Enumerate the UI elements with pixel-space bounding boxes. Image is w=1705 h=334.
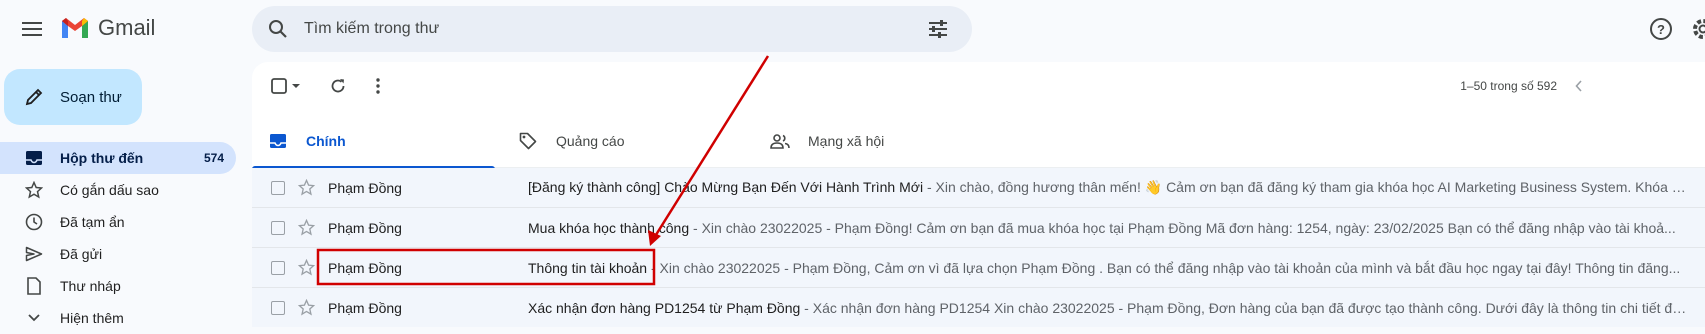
email-row[interactable]: Phạm Đồng Thông tin tài khoản - Xin chào… <box>252 248 1705 288</box>
refresh-icon[interactable] <box>326 74 350 98</box>
sidebar-item-label: Hiện thêm <box>60 310 124 326</box>
email-subject: Thông tin tài khoản <box>528 260 647 276</box>
tab-social[interactable]: Mạng xã hội <box>754 114 997 168</box>
email-sender: Phạm Đồng <box>328 180 498 196</box>
app-name: Gmail <box>98 15 155 41</box>
sidebar-item-drafts[interactable]: Thư nháp <box>0 270 236 302</box>
mail-list-panel: 1–50 trong số 592 Chính Quảng cáo Mạng x… <box>252 62 1705 327</box>
tab-label: Mạng xã hội <box>808 133 884 149</box>
star-icon[interactable] <box>296 258 316 278</box>
chevron-left-icon[interactable] <box>1569 76 1589 96</box>
sidebar-item-starred[interactable]: Có gắn dấu sao <box>0 174 236 206</box>
email-content: Thông tin tài khoản - Xin chào 23022025 … <box>528 260 1689 276</box>
row-checkbox[interactable] <box>271 181 285 195</box>
row-checkbox[interactable] <box>271 261 285 275</box>
people-icon <box>770 131 790 151</box>
email-sender: Phạm Đồng <box>328 220 498 236</box>
compose-label: Soạn thư <box>60 89 122 106</box>
settings-gear-icon[interactable] <box>1690 16 1705 42</box>
email-subject: Mua khóa học thành công <box>528 220 689 236</box>
row-checkbox[interactable] <box>271 221 285 235</box>
email-subject: Xác nhận đơn hàng PD1254 từ Phạm Đồng <box>528 300 800 316</box>
clock-icon <box>24 212 44 232</box>
search-input[interactable]: Tìm kiếm trong thư <box>304 20 926 38</box>
sidebar-item-snoozed[interactable]: Đã tạm ẩn <box>0 206 236 238</box>
search-options-icon[interactable] <box>926 17 950 41</box>
sidebar-item-label: Đã gửi <box>60 246 102 262</box>
pencil-icon <box>22 85 46 109</box>
star-icon <box>24 180 44 200</box>
sidebar-item-label: Có gắn dấu sao <box>60 182 159 198</box>
email-content: [Đăng ký thành công] Chào Mừng Bạn Đến V… <box>528 179 1689 196</box>
search-icon[interactable] <box>266 17 290 41</box>
row-checkbox[interactable] <box>271 301 285 315</box>
pagination-info: 1–50 trong số 592 <box>1460 79 1557 93</box>
email-snippet: - Xin chào 23022025 - Phạm Đồng! Cảm ơn … <box>689 220 1676 236</box>
svg-text:?: ? <box>1657 22 1665 37</box>
sidebar-item-label: Đã tạm ẩn <box>60 214 125 230</box>
send-icon <box>24 244 44 264</box>
main-menu-icon[interactable] <box>14 13 50 45</box>
star-icon[interactable] <box>296 178 316 198</box>
sidebar-nav: Hộp thư đến 574 Có gắn dấu sao Đã tạm ẩn… <box>0 142 236 334</box>
list-toolbar: 1–50 trong số 592 <box>252 62 1705 110</box>
sidebar-item-more[interactable]: Hiện thêm <box>0 302 236 334</box>
draft-icon <box>24 276 44 296</box>
inbox-icon <box>268 131 288 151</box>
sidebar-item-label: Thư nháp <box>60 278 121 294</box>
select-dropdown-icon[interactable] <box>290 74 302 98</box>
gmail-m-icon <box>60 16 90 40</box>
email-content: Xác nhận đơn hàng PD1254 từ Phạm Đồng - … <box>528 300 1689 316</box>
email-sender: Phạm Đồng <box>328 260 498 276</box>
gmail-logo[interactable]: Gmail <box>60 15 155 41</box>
email-snippet: - Xin chào 23022025 - Phạm Đồng, Cảm ơn … <box>647 260 1680 276</box>
email-row[interactable]: Phạm Đồng Xác nhận đơn hàng PD1254 từ Ph… <box>252 288 1705 327</box>
compose-button[interactable]: Soạn thư <box>4 69 142 125</box>
sidebar-item-sent[interactable]: Đã gửi <box>0 238 236 270</box>
email-list: Phạm Đồng [Đăng ký thành công] Chào Mừng… <box>252 168 1705 327</box>
star-icon[interactable] <box>296 298 316 318</box>
email-snippet: - Xin chào, đồng hương thân mến! 👋 Cảm ơ… <box>923 179 1689 195</box>
tab-promotions[interactable]: Quảng cáo <box>502 114 745 168</box>
sidebar-item-inbox[interactable]: Hộp thư đến 574 <box>0 142 236 174</box>
inbox-icon <box>24 148 44 168</box>
email-row[interactable]: Phạm Đồng [Đăng ký thành công] Chào Mừng… <box>252 168 1705 208</box>
category-tabs: Chính Quảng cáo Mạng xã hội <box>252 114 1705 168</box>
email-subject: [Đăng ký thành công] Chào Mừng Bạn Đến V… <box>528 179 923 195</box>
search-bar[interactable]: Tìm kiếm trong thư <box>252 6 972 52</box>
help-icon[interactable]: ? <box>1648 16 1674 42</box>
tab-label: Quảng cáo <box>556 133 625 149</box>
tag-icon <box>518 131 538 151</box>
unread-count: 574 <box>204 151 224 165</box>
tab-primary[interactable]: Chính <box>252 114 495 168</box>
email-row[interactable]: Phạm Đồng Mua khóa học thành công - Xin … <box>252 208 1705 248</box>
email-sender: Phạm Đồng <box>328 300 498 316</box>
more-options-icon[interactable] <box>366 74 390 98</box>
email-content: Mua khóa học thành công - Xin chào 23022… <box>528 220 1689 236</box>
tab-label: Chính <box>306 133 346 149</box>
top-bar: Gmail Tìm kiếm trong thư ? <box>0 0 1705 58</box>
sidebar-item-label: Hộp thư đến <box>60 150 143 166</box>
select-all-checkbox[interactable] <box>270 74 288 98</box>
email-snippet: - Xác nhận đơn hàng PD1254 Xin chào 2302… <box>800 300 1689 316</box>
star-icon[interactable] <box>296 218 316 238</box>
chevron-down-icon <box>24 308 44 328</box>
